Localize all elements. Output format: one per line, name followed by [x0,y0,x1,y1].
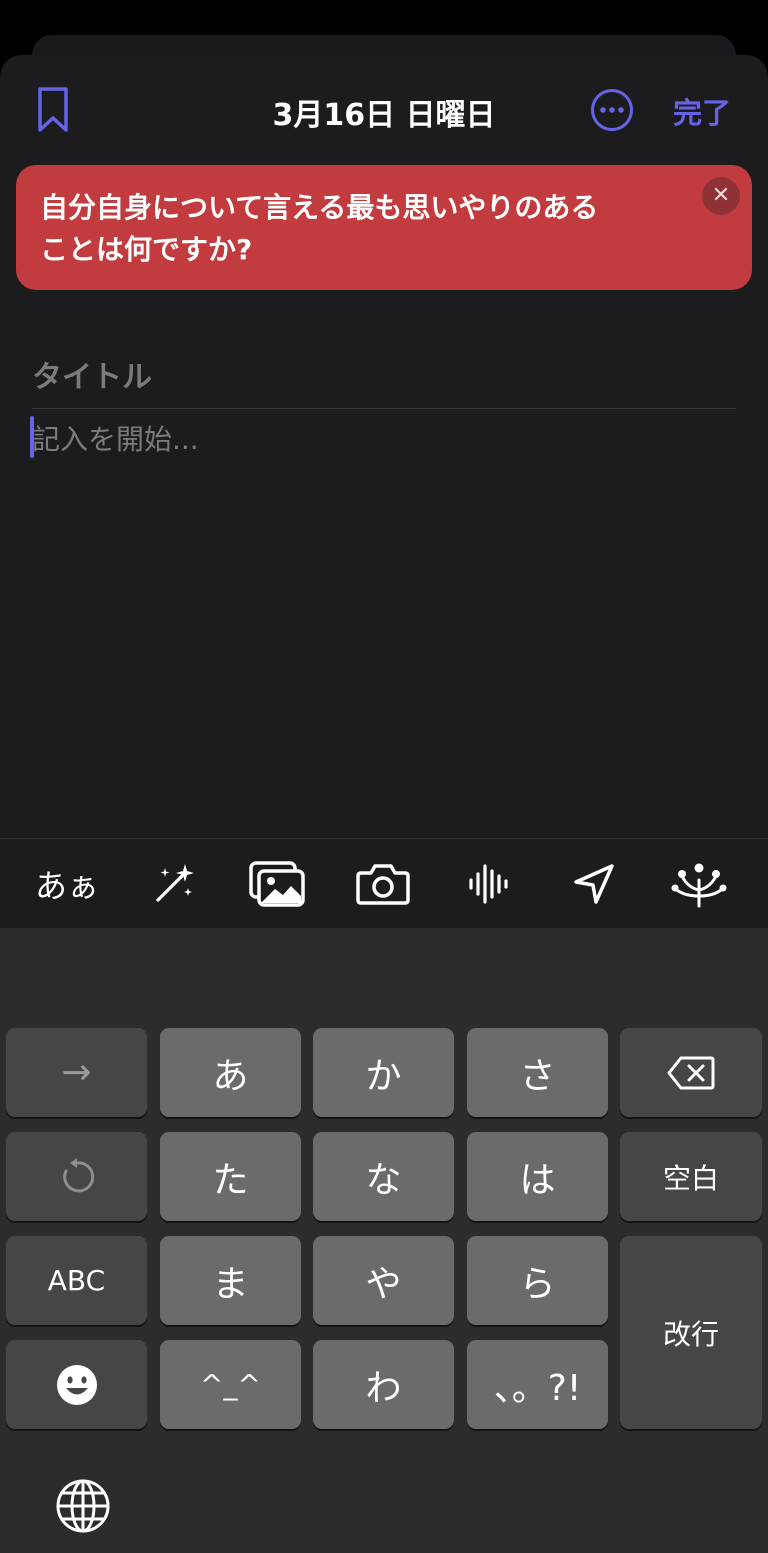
key-a[interactable]: あ [160,1028,301,1117]
key-ta[interactable]: た [160,1132,301,1221]
key-next-arrow[interactable]: → [6,1028,147,1117]
audio-record-button[interactable] [439,839,539,929]
prompt-text: 自分自身について言える最も思いやりのある ことは何ですか? [40,187,680,271]
key-space-label: 空白 [662,1161,719,1195]
key-return-label: 改行 [662,1317,719,1351]
key-ha[interactable]: は [467,1132,608,1221]
text-style-button[interactable]: あぁ [17,839,117,929]
emoji-icon [56,1364,97,1405]
key-na[interactable]: な [313,1132,454,1221]
key-undo[interactable] [6,1132,147,1221]
key-wa[interactable]: わ [313,1340,454,1429]
camera-button[interactable] [333,839,433,929]
waveform-icon [469,864,508,904]
key-ra[interactable]: ら [467,1236,608,1325]
photo-library-button[interactable] [227,839,327,929]
close-prompt-button[interactable]: ✕ [702,177,740,215]
prompt-line-1: 自分自身について言える最も思いやりのある [40,191,599,224]
entry-date-title: 3月16日 日曜日 [272,98,496,133]
globe-icon[interactable] [55,1478,111,1534]
key-delete[interactable] [620,1028,762,1117]
prompt-card: 自分自身について言える最も思いやりのある ことは何ですか? ✕ [16,165,752,290]
key-space[interactable]: 空白 [620,1132,762,1221]
key-kaomoji[interactable]: ^_^ [160,1340,301,1429]
key-return[interactable]: 改行 [620,1236,762,1429]
key-ka[interactable]: か [313,1028,454,1117]
sparkle-burst-icon [671,863,727,908]
undo-icon [62,1157,94,1192]
key-punctuation[interactable]: 、。?! [467,1340,608,1429]
key-abc[interactable]: ABC [6,1236,147,1325]
location-button[interactable] [544,839,644,929]
delete-icon [667,1056,715,1089]
body-input[interactable]: 記入を開始... [30,416,736,462]
suggestions-button[interactable] [649,839,749,929]
key-ma[interactable]: ま [160,1236,301,1325]
magic-wand-icon [156,864,194,902]
done-button[interactable]: 完了 [673,90,731,132]
key-ya[interactable]: や [313,1236,454,1325]
more-options-icon[interactable] [590,88,634,132]
body-placeholder: 記入を開始... [32,423,199,456]
entry-toolbar: あぁ [0,838,768,929]
prompt-line-2: ことは何ですか? [40,233,253,266]
key-sa[interactable]: さ [467,1028,608,1117]
text-style-label: あぁ [34,867,99,905]
key-abc-label: ABC [47,1264,106,1297]
key-emoji[interactable] [6,1340,147,1429]
key-next-arrow-label: → [61,1052,92,1093]
photo-library-icon [249,861,305,907]
title-input[interactable]: タイトル [32,352,736,409]
camera-icon [356,864,410,905]
key-kaomoji-label: ^_^ [200,1368,261,1401]
magic-wand-button[interactable] [124,839,224,929]
title-placeholder: タイトル [32,360,152,395]
location-arrow-icon [574,864,614,904]
